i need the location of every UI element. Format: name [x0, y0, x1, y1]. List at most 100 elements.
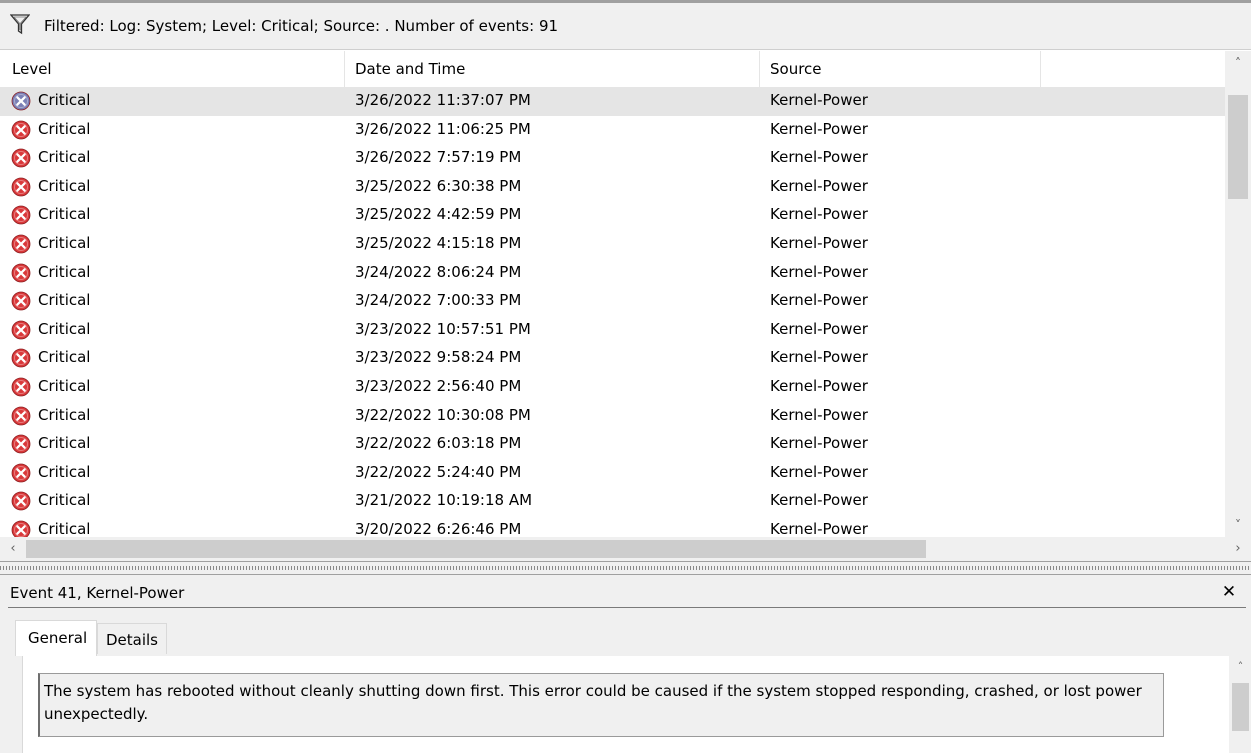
scroll-up-icon[interactable]: ˄ [1229, 656, 1251, 678]
event-list-horizontal-scrollbar[interactable]: ‹ [0, 537, 1225, 561]
event-date-time: 3/24/2022 7:00:33 PM [355, 291, 522, 310]
event-level: Critical [38, 262, 91, 281]
event-date-time: 3/26/2022 7:57:19 PM [355, 148, 522, 167]
event-rows: Critical 3/26/2022 11:37:07 PM Kernel-Po… [0, 87, 1225, 545]
event-level: Critical [38, 91, 91, 109]
event-source: Kernel-Power [770, 291, 868, 310]
event-date-time: 3/23/2022 10:57:51 PM [355, 319, 531, 338]
event-row[interactable]: Critical 3/25/2022 6:30:38 PM Kernel-Pow… [0, 173, 1225, 202]
critical-error-icon [11, 205, 31, 225]
critical-error-icon [11, 434, 31, 454]
details-vertical-scrollbar[interactable]: ˄ [1229, 656, 1251, 753]
event-source: Kernel-Power [770, 319, 868, 338]
filter-funnel-icon [10, 14, 30, 35]
event-row[interactable]: Critical 3/23/2022 10:57:51 PM Kernel-Po… [0, 316, 1225, 345]
tab-details[interactable]: Details [97, 623, 167, 654]
event-details-title: Event 41, Kernel-Power [10, 584, 185, 602]
event-row[interactable]: Critical 3/24/2022 7:00:33 PM Kernel-Pow… [0, 287, 1225, 316]
event-row[interactable]: Critical 3/22/2022 10:30:08 PM Kernel-Po… [0, 402, 1225, 431]
divider [8, 607, 1246, 608]
event-level: Critical [38, 233, 91, 252]
close-icon[interactable]: ✕ [1218, 581, 1240, 603]
column-header-row: Level Date and Time Source [0, 51, 1225, 87]
scrollbar-thumb[interactable] [1232, 683, 1249, 731]
critical-error-icon [11, 406, 31, 425]
event-level: Critical [38, 519, 91, 538]
event-level: Critical [38, 491, 91, 510]
event-source: Kernel-Power [770, 119, 868, 138]
event-date-time: 3/26/2022 11:06:25 PM [355, 119, 531, 138]
critical-error-icon [11, 148, 31, 168]
scroll-left-icon[interactable]: ‹ [0, 537, 26, 561]
event-level: Critical [38, 462, 91, 481]
event-date-time: 3/25/2022 4:15:18 PM [355, 233, 522, 252]
critical-error-icon [11, 320, 31, 340]
event-date-time: 3/21/2022 10:19:18 AM [355, 491, 533, 510]
event-list-vertical-scrollbar[interactable]: ˄ ˅ [1225, 51, 1251, 537]
event-date-time: 3/20/2022 6:26:46 PM [355, 519, 522, 538]
event-row[interactable]: Critical 3/23/2022 9:58:24 PM Kernel-Pow… [0, 344, 1225, 373]
pane-splitter[interactable] [0, 561, 1251, 575]
critical-error-icon [11, 463, 31, 483]
critical-error-icon [11, 120, 31, 139]
event-row[interactable]: Critical 3/25/2022 4:15:18 PM Kernel-Pow… [0, 230, 1225, 259]
event-source: Kernel-Power [770, 405, 868, 424]
column-header-level[interactable]: Level [12, 60, 52, 78]
event-source: Kernel-Power [770, 434, 868, 453]
event-date-time: 3/23/2022 9:58:24 PM [355, 348, 522, 367]
event-date-time: 3/25/2022 6:30:38 PM [355, 176, 522, 195]
critical-error-icon [11, 491, 31, 511]
scrollbar-thumb[interactable] [26, 540, 926, 558]
event-row[interactable]: Critical 3/21/2022 10:19:18 AM Kernel-Po… [0, 487, 1225, 516]
event-row[interactable]: Critical 3/24/2022 8:06:24 PM Kernel-Pow… [0, 259, 1225, 288]
tab-details-label: Details [106, 631, 159, 649]
scroll-up-icon[interactable]: ˄ [1225, 51, 1251, 75]
column-divider[interactable] [344, 51, 345, 87]
event-details-pane: Event 41, Kernel-Power ✕ General Details… [0, 575, 1251, 753]
event-row[interactable]: Critical 3/26/2022 11:06:25 PM Kernel-Po… [0, 116, 1225, 145]
event-date-time: 3/23/2022 2:56:40 PM [355, 376, 522, 395]
column-divider[interactable] [759, 51, 760, 87]
event-level: Critical [38, 176, 91, 195]
event-date-time: 3/22/2022 6:03:18 PM [355, 434, 522, 453]
event-description-box[interactable]: The system has rebooted without cleanly … [38, 673, 1164, 737]
event-row[interactable]: Critical 3/26/2022 11:37:07 PM Kernel-Po… [0, 87, 1225, 116]
event-source: Kernel-Power [770, 176, 868, 195]
critical-error-icon [11, 377, 31, 397]
event-source: Kernel-Power [770, 91, 868, 109]
event-level: Critical [38, 376, 91, 395]
event-level: Critical [38, 205, 91, 224]
tab-general[interactable]: General [15, 620, 97, 656]
column-header-source[interactable]: Source [770, 60, 822, 78]
event-source: Kernel-Power [770, 462, 868, 481]
critical-error-icon [11, 348, 31, 368]
event-level: Critical [38, 405, 91, 424]
event-level: Critical [38, 148, 91, 167]
general-tab-panel: The system has rebooted without cleanly … [22, 656, 1251, 753]
column-divider[interactable] [1040, 51, 1041, 87]
event-row[interactable]: Critical 3/22/2022 5:24:40 PM Kernel-Pow… [0, 459, 1225, 488]
scrollbar-corner: › [1225, 537, 1251, 561]
critical-error-icon [11, 177, 31, 197]
event-source: Kernel-Power [770, 376, 868, 395]
event-row[interactable]: Critical 3/23/2022 2:56:40 PM Kernel-Pow… [0, 373, 1225, 402]
critical-error-icon [11, 91, 31, 111]
event-level: Critical [38, 291, 91, 310]
column-header-date-time[interactable]: Date and Time [355, 60, 465, 78]
splitter-grip [0, 566, 1251, 570]
event-source: Kernel-Power [770, 205, 868, 224]
scroll-down-icon[interactable]: ˅ [1225, 513, 1251, 537]
event-row[interactable]: Critical 3/26/2022 7:57:19 PM Kernel-Pow… [0, 144, 1225, 173]
event-source: Kernel-Power [770, 148, 868, 167]
scroll-right-icon[interactable]: › [1225, 537, 1251, 561]
critical-error-icon [11, 291, 31, 311]
event-row[interactable]: Critical 3/22/2022 6:03:18 PM Kernel-Pow… [0, 430, 1225, 459]
event-level: Critical [38, 319, 91, 338]
filter-bar: Filtered: Log: System; Level: Critical; … [0, 0, 1251, 50]
event-list[interactable]: Level Date and Time Source Critical 3/26… [0, 51, 1251, 560]
scrollbar-thumb[interactable] [1228, 95, 1248, 199]
event-source: Kernel-Power [770, 519, 868, 538]
event-source: Kernel-Power [770, 233, 868, 252]
event-row[interactable]: Critical 3/25/2022 4:42:59 PM Kernel-Pow… [0, 201, 1225, 230]
event-source: Kernel-Power [770, 348, 868, 367]
